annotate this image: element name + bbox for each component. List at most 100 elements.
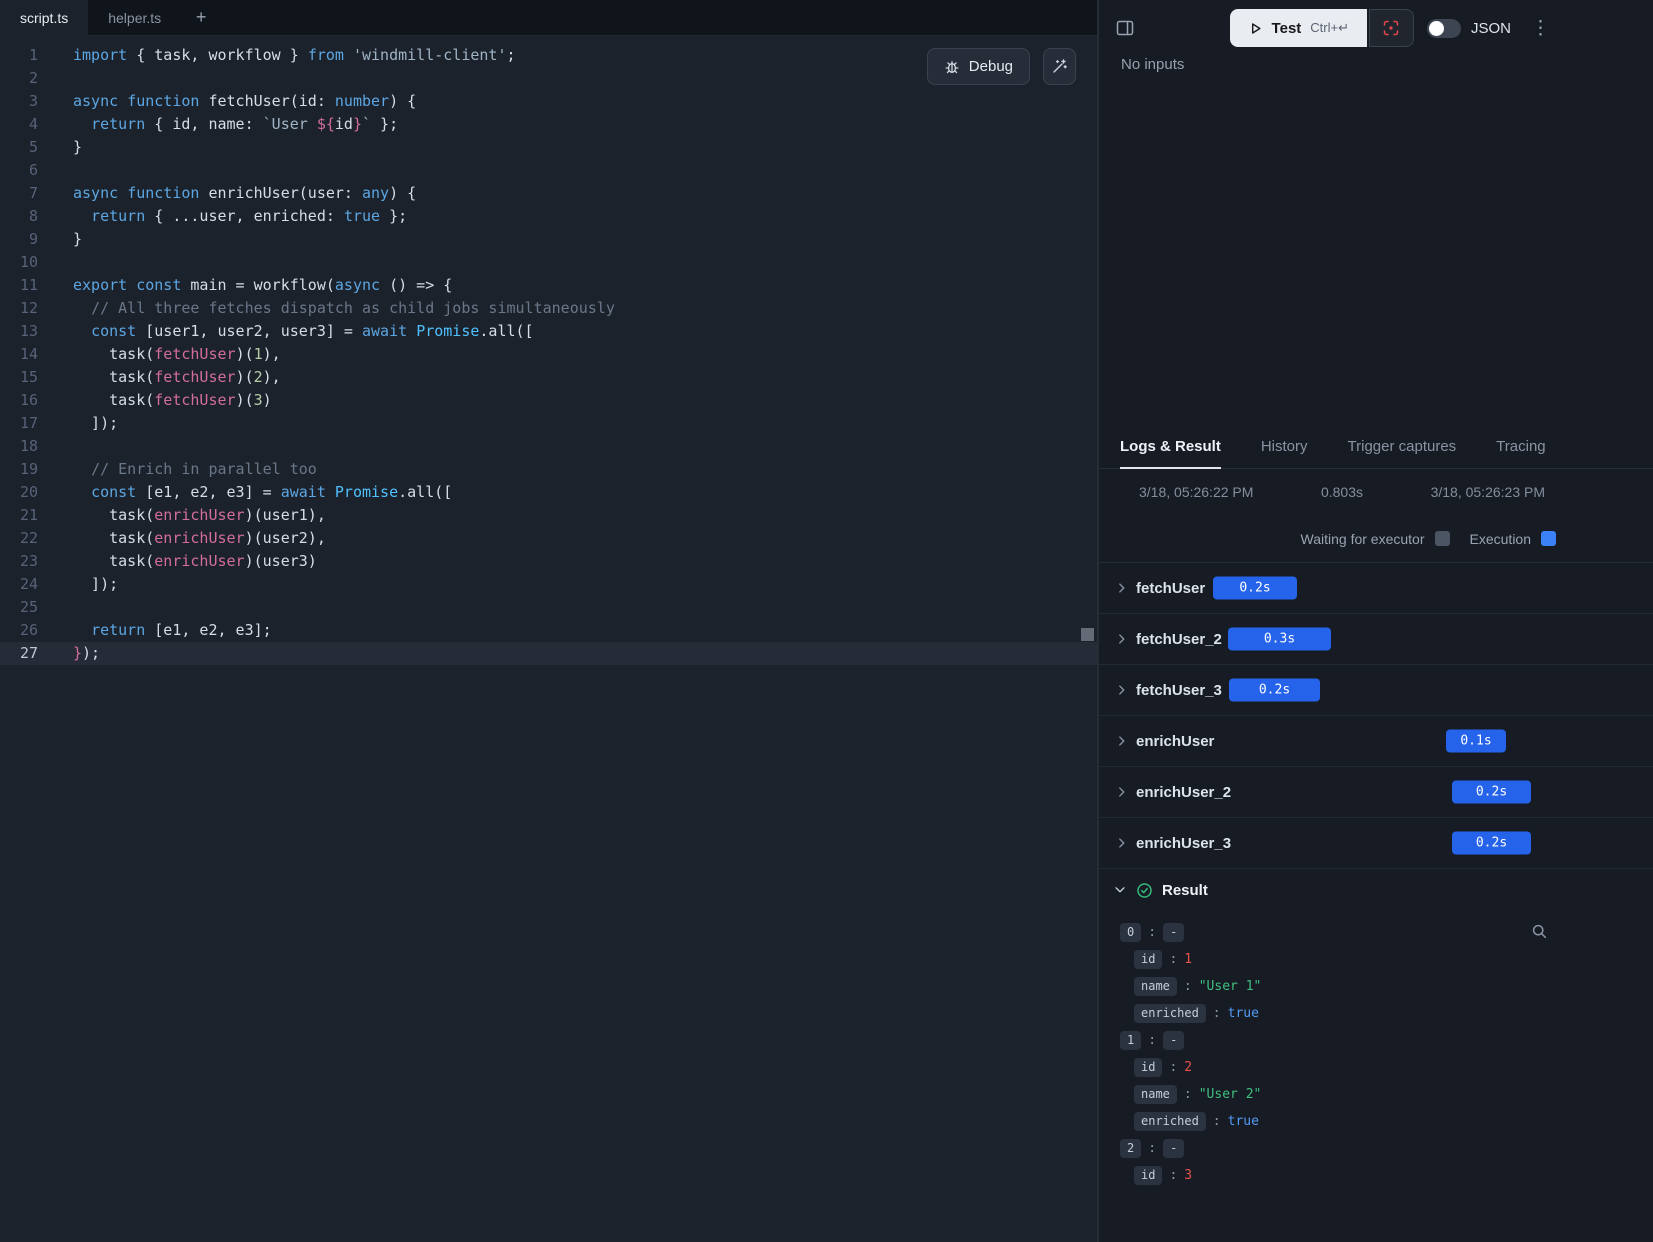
test-button[interactable]: Test Ctrl+↵ xyxy=(1230,9,1367,47)
code-editor[interactable]: 1import { task, workflow } from 'windmil… xyxy=(0,36,1097,665)
line-content: task(enrichUser)(user3) xyxy=(38,550,317,573)
code-line[interactable]: 24 ]); xyxy=(0,573,1097,596)
line-content: const [user1, user2, user3] = await Prom… xyxy=(38,320,534,343)
tab-logs-result[interactable]: Logs & Result xyxy=(1120,425,1221,468)
line-content: task(fetchUser)(2), xyxy=(38,366,281,389)
code-line[interactable]: 20 const [e1, e2, e3] = await Promise.al… xyxy=(0,481,1097,504)
panel-top-section: Test Ctrl+↵ xyxy=(1099,0,1653,425)
line-content: async function fetchUser(id: number) { xyxy=(38,90,416,113)
code-line[interactable]: 14 task(fetchUser)(1), xyxy=(0,343,1097,366)
line-content: import { task, workflow } from 'windmill… xyxy=(38,44,516,67)
line-content: task(enrichUser)(user2), xyxy=(38,527,326,550)
json-toggle[interactable] xyxy=(1427,19,1461,38)
chevron-right-icon[interactable] xyxy=(1115,632,1129,646)
code-line[interactable]: 22 task(enrichUser)(user2), xyxy=(0,527,1097,550)
line-number: 11 xyxy=(0,274,38,297)
result-key-chip[interactable]: id xyxy=(1134,950,1162,968)
job-row-fetchuser-3[interactable]: fetchUser_30.2s xyxy=(1099,665,1653,716)
code-line[interactable]: 4 return { id, name: `User ${id}` }; xyxy=(0,113,1097,136)
capture-button[interactable] xyxy=(1369,9,1414,47)
code-line[interactable]: 25 xyxy=(0,596,1097,619)
line-content: } xyxy=(38,228,82,251)
tab-tracing[interactable]: Tracing xyxy=(1496,425,1545,468)
collapse-panel-button[interactable] xyxy=(1113,16,1137,40)
overview-ruler-cursor-marker xyxy=(1081,628,1094,641)
timeline-legend: Waiting for executorExecution xyxy=(1099,515,1653,563)
chevron-right-icon[interactable] xyxy=(1115,683,1129,697)
line-number: 21 xyxy=(0,504,38,527)
job-row-fetchuser-2[interactable]: fetchUser_20.3s xyxy=(1099,614,1653,665)
result-key-chip[interactable]: id xyxy=(1134,1166,1162,1184)
line-number: 14 xyxy=(0,343,38,366)
result-key-chip[interactable]: name xyxy=(1134,1085,1177,1103)
code-line[interactable]: 10 xyxy=(0,251,1097,274)
code-line[interactable]: 11export const main = workflow(async () … xyxy=(0,274,1097,297)
code-line[interactable]: 6 xyxy=(0,159,1097,182)
code-line[interactable]: 15 task(fetchUser)(2), xyxy=(0,366,1097,389)
result-key-chip[interactable]: enriched xyxy=(1134,1004,1206,1022)
code-line[interactable]: 19 // Enrich in parallel too xyxy=(0,458,1097,481)
result-key-chip[interactable]: name xyxy=(1134,977,1177,995)
job-name: fetchUser_3 xyxy=(1136,682,1222,699)
result-header[interactable]: Result xyxy=(1099,869,1653,911)
result-key-chip[interactable]: 1 xyxy=(1120,1031,1141,1049)
line-content: task(enrichUser)(user1), xyxy=(38,504,326,527)
code-line[interactable]: 16 task(fetchUser)(3) xyxy=(0,389,1097,412)
job-name: enrichUser_3 xyxy=(1136,835,1231,852)
legend-label: Waiting for executor xyxy=(1301,531,1425,547)
job-row-enrichuser[interactable]: enrichUser0.1s xyxy=(1099,716,1653,767)
chevron-right-icon[interactable] xyxy=(1115,581,1129,595)
job-row-enrichuser-2[interactable]: enrichUser_20.2s xyxy=(1099,767,1653,818)
code-line[interactable]: 26 return [e1, e2, e3]; xyxy=(0,619,1097,642)
code-line[interactable]: 12 // All three fetches dispatch as chil… xyxy=(0,297,1097,320)
editor-tab-label: script.ts xyxy=(20,10,68,26)
line-number: 6 xyxy=(0,159,38,182)
line-content: const [e1, e2, e3] = await Promise.all([ xyxy=(38,481,452,504)
play-icon xyxy=(1248,21,1263,36)
line-content xyxy=(38,159,73,182)
result-colon: : xyxy=(1148,925,1156,940)
job-row-enrichuser-3[interactable]: enrichUser_30.2s xyxy=(1099,818,1653,869)
chevron-right-icon[interactable] xyxy=(1115,734,1129,748)
code-line[interactable]: 21 task(enrichUser)(user1), xyxy=(0,504,1097,527)
code-line[interactable]: 7async function enrichUser(user: any) { xyxy=(0,182,1097,205)
editor-tab-script-ts[interactable]: script.ts xyxy=(0,0,88,36)
result-row: id:3 xyxy=(1099,1162,1653,1189)
result-row: 2:- xyxy=(1099,1135,1653,1162)
collapse-toggle[interactable]: - xyxy=(1163,923,1184,941)
code-line[interactable]: 5} xyxy=(0,136,1097,159)
chevron-right-icon[interactable] xyxy=(1115,836,1129,850)
collapse-toggle[interactable]: - xyxy=(1163,1031,1184,1049)
line-number: 20 xyxy=(0,481,38,504)
code-line[interactable]: 23 task(enrichUser)(user3) xyxy=(0,550,1097,573)
code-line[interactable]: 18 xyxy=(0,435,1097,458)
result-key-chip[interactable]: id xyxy=(1134,1058,1162,1076)
code-line[interactable]: 9} xyxy=(0,228,1097,251)
new-tab-button[interactable]: + xyxy=(181,0,221,35)
result-key-chip[interactable]: 0 xyxy=(1120,923,1141,941)
no-inputs-label: No inputs xyxy=(1121,56,1653,73)
line-number: 10 xyxy=(0,251,38,274)
code-line[interactable]: 8 return { ...user, enriched: true }; xyxy=(0,205,1097,228)
code-line[interactable]: 13 const [user1, user2, user3] = await P… xyxy=(0,320,1097,343)
debug-button[interactable]: Debug xyxy=(927,48,1030,85)
code-line[interactable]: 17 ]); xyxy=(0,412,1097,435)
chevron-down-icon[interactable] xyxy=(1113,883,1127,897)
job-row-fetchuser[interactable]: fetchUser0.2s xyxy=(1099,563,1653,614)
code-line[interactable]: 3async function fetchUser(id: number) { xyxy=(0,90,1097,113)
kebab-menu-icon[interactable]: ⋮ xyxy=(1531,19,1550,38)
collapse-toggle[interactable]: - xyxy=(1163,1139,1184,1157)
tab-trigger-captures[interactable]: Trigger captures xyxy=(1348,425,1457,468)
chevron-right-icon[interactable] xyxy=(1115,785,1129,799)
result-key-chip[interactable]: enriched xyxy=(1134,1112,1206,1130)
test-button-group: Test Ctrl+↵ xyxy=(1230,9,1414,47)
result-row: enriched:true xyxy=(1099,1108,1653,1135)
job-name: enrichUser xyxy=(1136,733,1214,750)
search-icon[interactable] xyxy=(1531,923,1548,940)
tab-history[interactable]: History xyxy=(1261,425,1308,468)
result-key-chip[interactable]: 2 xyxy=(1120,1139,1141,1157)
code-line[interactable]: 27}); xyxy=(0,642,1097,665)
editor-tab-helper-ts[interactable]: helper.ts xyxy=(88,0,181,35)
line-content: ]); xyxy=(38,412,118,435)
ai-assist-button[interactable] xyxy=(1043,48,1076,85)
